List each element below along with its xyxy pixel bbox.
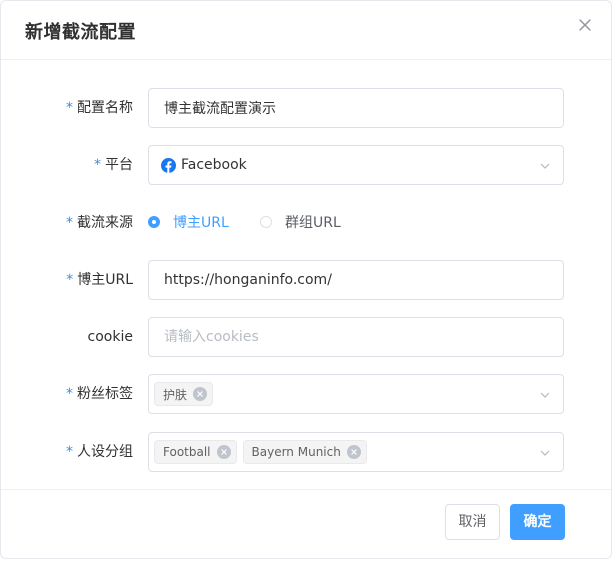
cancel-button[interactable]: 取消 — [445, 504, 500, 540]
radio-group-url-label: 群组URL — [285, 215, 341, 231]
tag-close-icon[interactable] — [216, 445, 231, 459]
persona-group-select[interactable]: Football Bayern Munich — [148, 432, 564, 472]
tag-label: Bayern Munich — [251, 445, 341, 459]
tag-label: 护肤 — [163, 387, 188, 402]
required-mark: * — [66, 386, 73, 402]
blogger-url-row: * 博主URL — [1, 260, 611, 300]
tag-chip: Bayern Munich — [242, 440, 367, 464]
facebook-icon — [161, 158, 176, 173]
platform-label: * 平台 — [94, 145, 133, 185]
persona-group-label: * 人设分组 — [66, 432, 133, 472]
tag-chip: 护肤 — [154, 382, 214, 406]
config-name-input[interactable] — [149, 89, 563, 127]
platform-label-text: 平台 — [105, 157, 133, 173]
persona-tags-list: Football Bayern Munich — [154, 433, 367, 471]
chevron-down-icon — [540, 392, 550, 398]
chevron-down-icon — [540, 450, 550, 456]
persona-group-row: * 人设分组 Football Bayern Munich — [1, 432, 611, 472]
config-dialog: 新增截流配置 *配置名称 *平台 Facebook *截流来源 — [0, 0, 612, 559]
tag-chip: Football — [154, 440, 237, 464]
source-label: * 截流来源 — [66, 203, 133, 243]
persona-group-label-text: 人设分组 — [77, 444, 133, 460]
source-row: * 截流来源 博主URL 群组URL — [1, 203, 611, 243]
fan-tags-list: 护肤 — [154, 375, 214, 413]
cookie-field — [148, 317, 564, 357]
radio-checked-icon — [148, 216, 160, 228]
platform-selected-value: Facebook — [181, 157, 247, 173]
cookie-row: cookie — [1, 317, 611, 357]
blogger-url-field — [148, 260, 564, 300]
config-name-label: * 配置名称 — [66, 88, 133, 128]
required-mark: * — [94, 157, 101, 173]
radio-blogger-url-label: 博主URL — [173, 215, 229, 231]
tag-close-icon[interactable] — [346, 445, 361, 459]
required-mark: * — [66, 444, 73, 460]
footer-divider — [1, 489, 611, 490]
confirm-button[interactable]: 确定 — [510, 504, 565, 540]
close-icon[interactable] — [575, 15, 595, 35]
fan-tags-label: * 粉丝标签 — [66, 374, 133, 414]
dialog-header: 新增截流配置 — [1, 1, 611, 59]
required-mark: * — [66, 100, 73, 116]
tag-label: Football — [163, 445, 211, 459]
dialog-title: 新增截流配置 — [25, 22, 136, 43]
cookie-input[interactable] — [149, 318, 563, 356]
blogger-url-label: * 博主URL — [66, 260, 133, 300]
fan-tags-select[interactable]: 护肤 — [148, 374, 564, 414]
header-divider — [1, 59, 611, 60]
config-name-row: * 配置名称 — [1, 88, 611, 128]
required-mark: * — [66, 215, 73, 231]
tag-close-icon[interactable] — [193, 387, 208, 401]
required-mark: * — [66, 272, 74, 288]
fan-tags-label-text: 粉丝标签 — [77, 386, 133, 402]
blogger-url-label-text: 博主URL — [77, 272, 133, 288]
radio-unchecked-icon — [260, 216, 272, 228]
blogger-url-input[interactable] — [149, 261, 563, 299]
fan-tags-row: * 粉丝标签 护肤 — [1, 374, 611, 414]
chevron-down-icon — [540, 163, 550, 169]
platform-row: * 平台 Facebook — [1, 145, 611, 185]
platform-select[interactable]: Facebook — [148, 145, 564, 185]
source-label-text: 截流来源 — [77, 215, 133, 231]
config-name-label-text: 配置名称 — [77, 100, 133, 116]
cookie-label: cookie — [87, 329, 133, 345]
config-name-field — [148, 88, 564, 128]
